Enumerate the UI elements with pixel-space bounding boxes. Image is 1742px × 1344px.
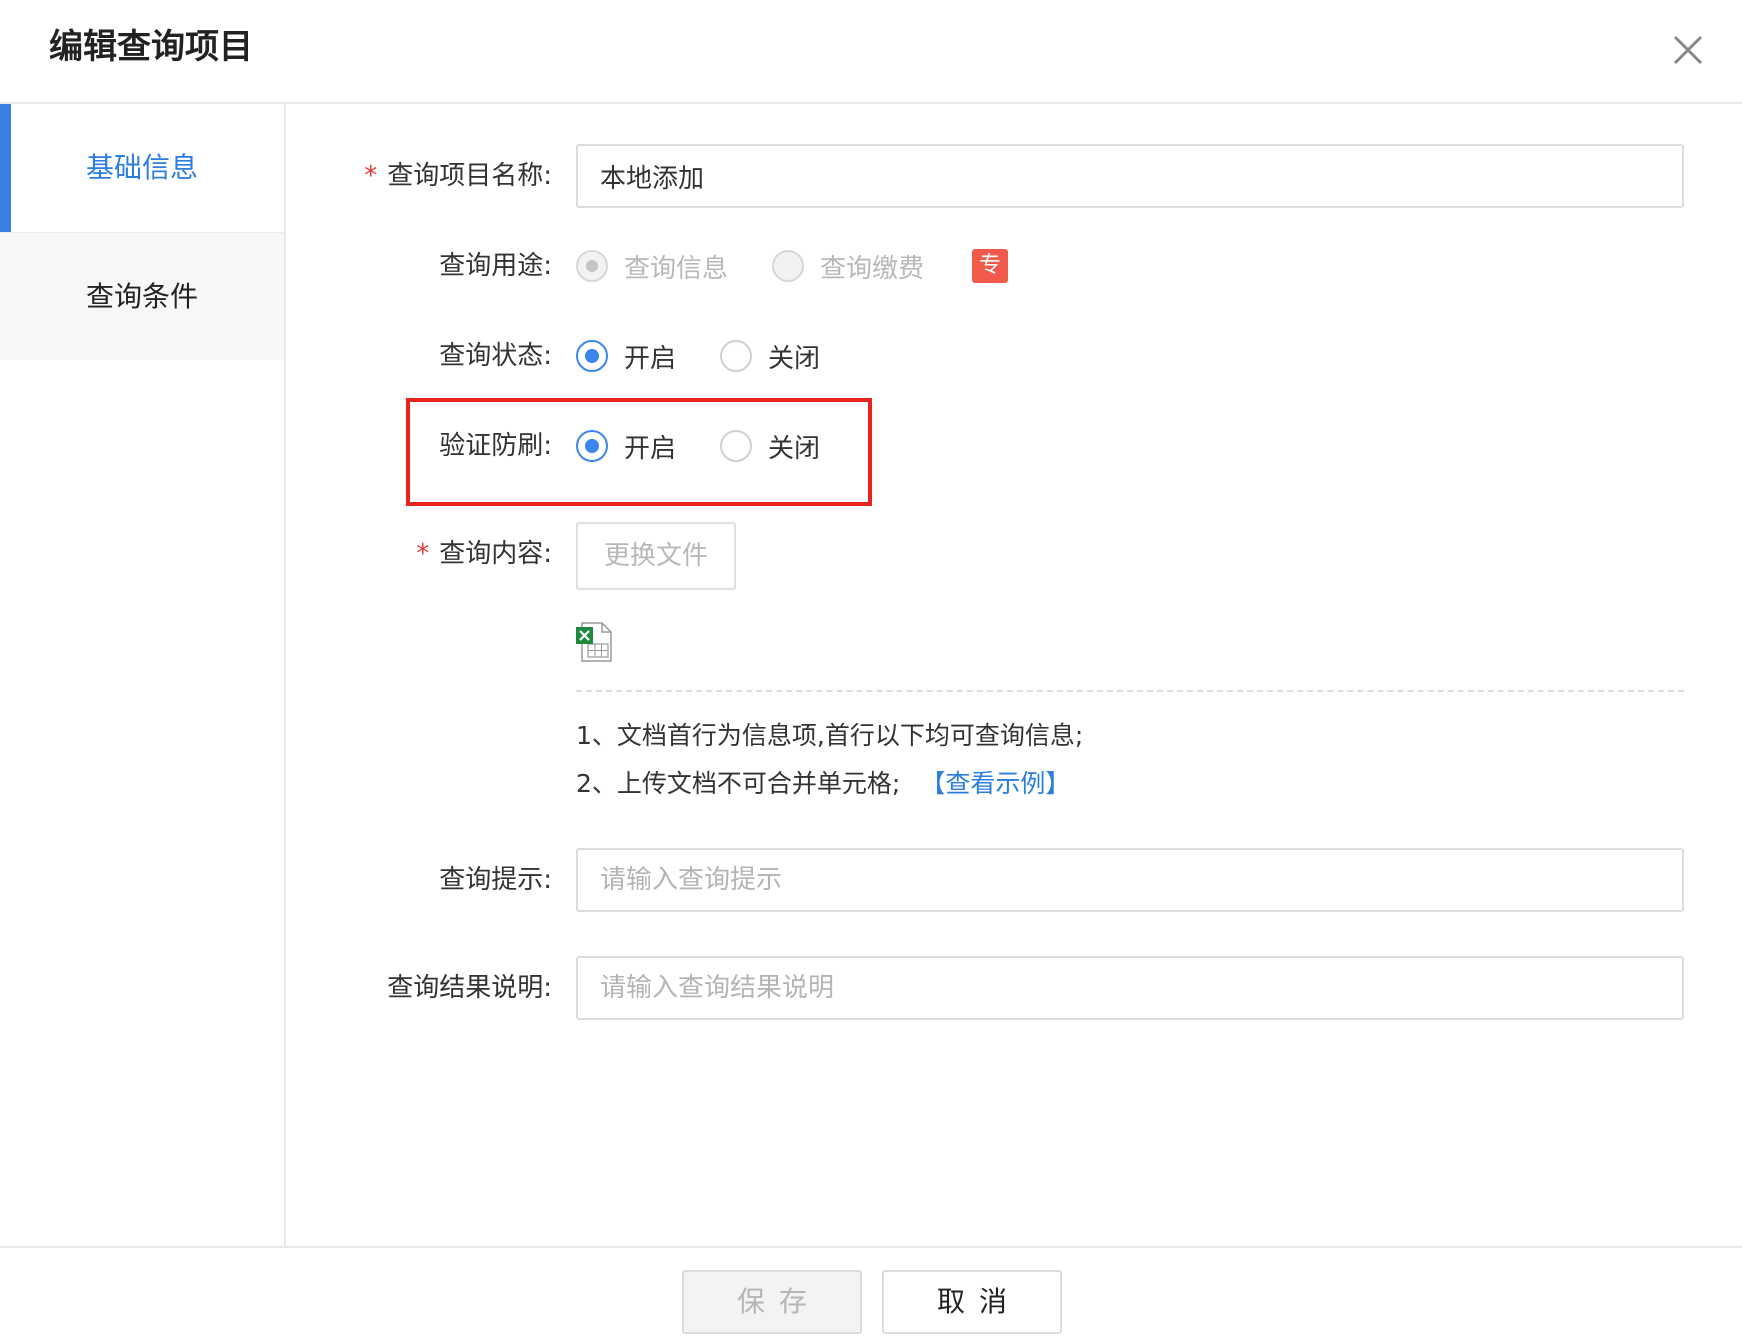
note-line-1: 1、文档首行为信息项,首行以下均可查询信息; — [576, 721, 1084, 750]
status-radio-group: 开启 关闭 — [576, 336, 864, 376]
hint-label: 查询提示: — [439, 865, 552, 895]
status-option-off[interactable]: 关闭 — [720, 338, 820, 375]
purpose-option-info[interactable]: 查询信息 — [576, 248, 728, 285]
result-desc-input[interactable] — [576, 956, 1684, 1020]
sidebar-item-query-conditions[interactable]: 查询条件 — [0, 232, 284, 360]
anti-brush-radio-group: 开启 关闭 — [576, 426, 864, 466]
dialog-footer: 保存 取消 — [0, 1246, 1742, 1344]
purpose-label: 查询用途: — [439, 251, 552, 281]
name-label: * 查询项目名称: — [364, 161, 552, 191]
close-icon[interactable] — [1665, 27, 1711, 73]
anti-brush-option-on[interactable]: 开启 — [576, 428, 676, 465]
pro-badge: 专 — [972, 249, 1009, 283]
purpose-radio-group: 查询信息 查询缴费 专 — [576, 246, 1009, 286]
sidebar: 基础信息 查询条件 — [0, 104, 286, 1246]
name-input[interactable] — [576, 144, 1684, 208]
radio-icon — [772, 250, 805, 282]
dialog-header: 编辑查询项目 — [0, 0, 1742, 104]
radio-checked-icon — [576, 340, 608, 372]
note-line-2: 2、上传文档不可合并单元格; 【查看示例】 — [576, 769, 1071, 798]
view-example-link[interactable]: 【查看示例】 — [920, 769, 1070, 798]
radio-checked-icon — [576, 430, 608, 462]
dialog-title: 编辑查询项目 — [49, 27, 253, 67]
result-desc-label: 查询结果说明: — [387, 973, 552, 1003]
hint-input[interactable] — [576, 848, 1684, 912]
excel-file-icon[interactable] — [576, 622, 612, 662]
change-file-button[interactable]: 更换文件 — [576, 522, 736, 590]
radio-icon — [576, 250, 608, 282]
radio-icon — [720, 430, 753, 462]
required-star: * — [416, 539, 430, 569]
cancel-button[interactable]: 取消 — [882, 1270, 1062, 1334]
status-label: 查询状态: — [439, 341, 552, 371]
content-label: * 查询内容: — [416, 539, 552, 569]
anti-brush-label: 验证防刷: — [439, 431, 552, 461]
required-star: * — [364, 161, 378, 191]
radio-icon — [720, 340, 753, 372]
sidebar-item-basic-info[interactable]: 基础信息 — [0, 104, 284, 232]
anti-brush-option-off[interactable]: 关闭 — [720, 428, 820, 465]
purpose-option-payment[interactable]: 查询缴费 — [772, 248, 924, 285]
save-button[interactable]: 保存 — [682, 1270, 862, 1334]
divider — [576, 690, 1684, 692]
status-option-on[interactable]: 开启 — [576, 338, 676, 375]
